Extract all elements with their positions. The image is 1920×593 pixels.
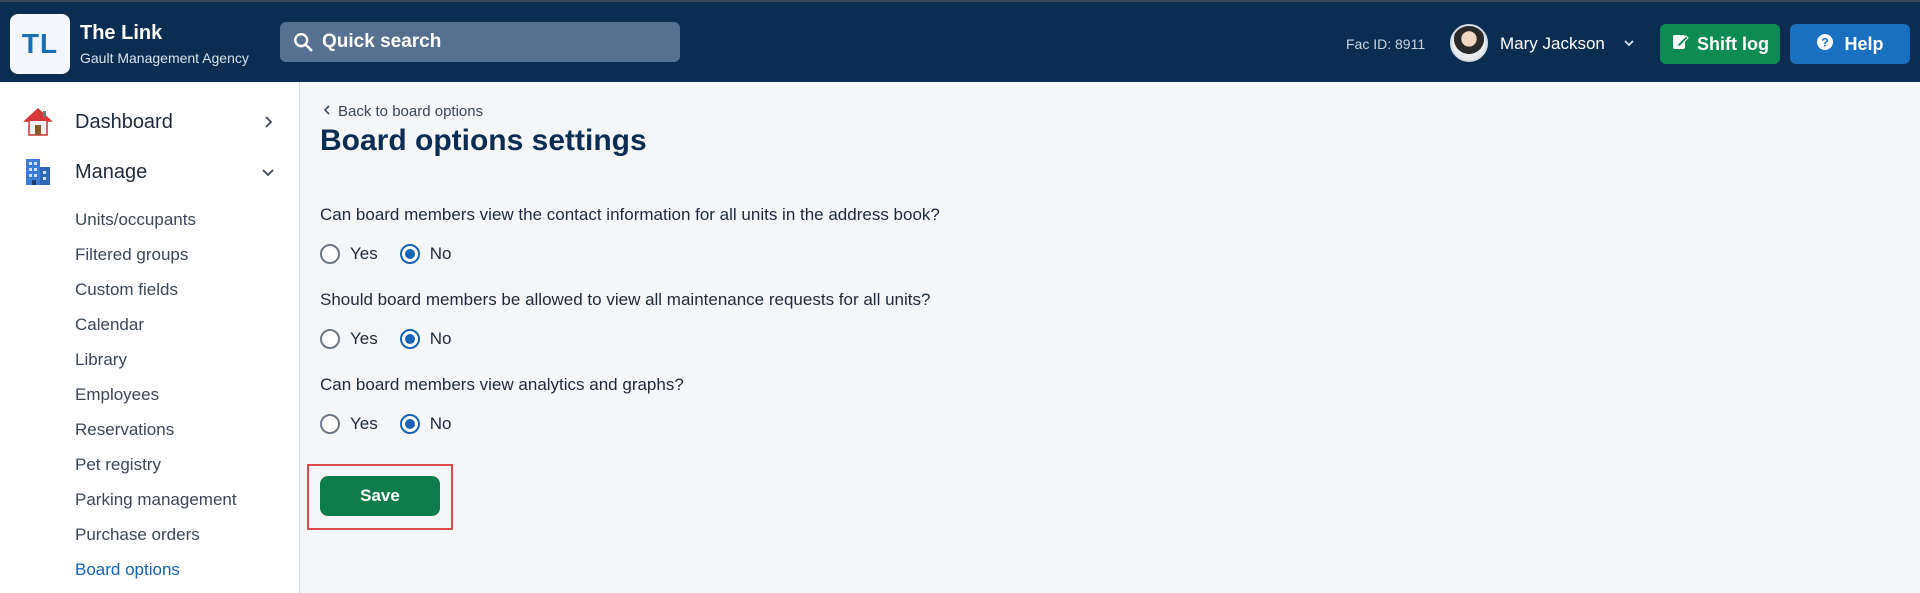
- sidebar-item-filtered-groups[interactable]: Filtered groups: [75, 245, 188, 265]
- help-button[interactable]: ? Help: [1790, 24, 1910, 64]
- app-subtitle: Gault Management Agency: [80, 50, 249, 66]
- back-link-label: Back to board options: [338, 103, 484, 120]
- user-menu-name[interactable]: Mary Jackson: [1500, 34, 1605, 54]
- radio-group-maintenance-requests: Yes No: [320, 329, 463, 349]
- chevron-right-icon: [260, 114, 276, 130]
- svg-text:?: ?: [1822, 35, 1829, 49]
- building-icon: [22, 156, 54, 188]
- radio-no[interactable]: [399, 244, 420, 264]
- sidebar-item-manage[interactable]: Manage: [0, 148, 300, 196]
- app-logo[interactable]: TL: [10, 14, 70, 74]
- radio-yes[interactable]: [320, 329, 340, 349]
- radio-no-label: No: [429, 414, 452, 433]
- fac-id: Fac ID: 8911: [1346, 36, 1426, 52]
- house-icon: [22, 106, 54, 138]
- sidebar: Dashboard Manage Units/occupants Filtere…: [0, 82, 300, 593]
- question-maintenance-requests: Should board members be allowed to view …: [320, 290, 931, 309]
- radio-no-label: No: [429, 244, 452, 263]
- chevron-down-icon: [260, 164, 276, 180]
- edit-note-icon: [1671, 33, 1689, 56]
- radio-yes-label: Yes: [350, 329, 378, 348]
- save-button[interactable]: Save: [320, 476, 440, 516]
- sidebar-item-custom-fields[interactable]: Custom fields: [75, 280, 178, 300]
- radio-yes[interactable]: [320, 244, 340, 264]
- radio-yes[interactable]: [320, 414, 340, 434]
- sidebar-item-label: Manage: [75, 160, 148, 183]
- question-contact-info: Can board members view the contact infor…: [320, 205, 940, 224]
- sidebar-item-parking-management[interactable]: Parking management: [75, 490, 237, 510]
- help-circle-icon: ?: [1816, 33, 1834, 56]
- radio-group-analytics: Yes No: [320, 414, 463, 434]
- sidebar-item-label: Dashboard: [75, 110, 173, 133]
- sidebar-item-board-options[interactable]: Board options: [75, 560, 180, 580]
- search-placeholder: Quick search: [322, 31, 442, 52]
- help-label: Help: [1844, 33, 1884, 54]
- app-title: The Link: [80, 22, 163, 44]
- sidebar-item-employees[interactable]: Employees: [75, 385, 159, 405]
- top-header: TL The Link Gault Management Agency Quic…: [0, 0, 1920, 82]
- sidebar-item-purchase-orders[interactable]: Purchase orders: [75, 525, 200, 545]
- quick-search-input[interactable]: Quick search: [280, 22, 680, 62]
- sidebar-item-dashboard[interactable]: Dashboard: [0, 98, 300, 146]
- search-icon: [292, 31, 314, 53]
- radio-group-contact-info: Yes No: [320, 244, 463, 264]
- radio-yes-label: Yes: [350, 414, 378, 433]
- radio-no[interactable]: [399, 329, 420, 349]
- shift-log-button[interactable]: Shift log: [1660, 24, 1780, 64]
- question-analytics: Can board members view analytics and gra…: [320, 375, 684, 394]
- back-to-board-options-link[interactable]: Back to board options: [322, 103, 483, 120]
- page-title: Board options settings: [320, 124, 647, 157]
- user-avatar[interactable]: [1450, 24, 1488, 62]
- radio-yes-label: Yes: [350, 244, 378, 263]
- sidebar-item-pet-registry[interactable]: Pet registry: [75, 455, 161, 475]
- sidebar-item-units-occupants[interactable]: Units/occupants: [75, 210, 196, 230]
- sidebar-item-library[interactable]: Library: [75, 350, 127, 370]
- radio-no[interactable]: [399, 414, 420, 434]
- shift-log-label: Shift log: [1697, 33, 1769, 54]
- sidebar-item-calendar[interactable]: Calendar: [75, 315, 144, 335]
- radio-no-label: No: [429, 329, 452, 348]
- chevron-down-icon[interactable]: [1622, 36, 1636, 50]
- chevron-left-icon: [322, 103, 332, 120]
- sidebar-item-reservations[interactable]: Reservations: [75, 420, 174, 440]
